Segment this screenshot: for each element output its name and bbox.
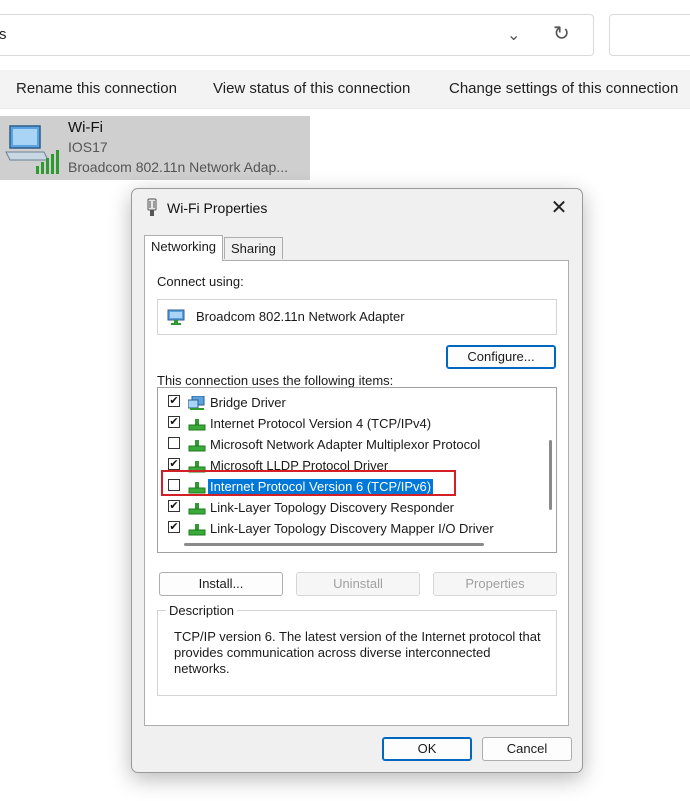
network-adapter-icon [167,309,185,325]
networking-panel: Connect using: Broadcom 802.11n Network … [144,260,569,726]
list-item[interactable]: ✔ Internet Protocol Version 4 (TCP/IPv4) [158,413,538,434]
search-input[interactable] [609,14,690,56]
connect-using-label: Connect using: [157,274,244,289]
tab-sharing[interactable]: Sharing [224,237,283,259]
item-label: Link-Layer Topology Discovery Mapper I/O… [210,521,494,536]
configure-button[interactable]: Configure... [446,345,556,369]
item-checkbox[interactable]: ✔ [168,500,180,512]
dialog-title: Wi-Fi Properties [167,200,268,216]
dialog-titlebar[interactable]: Wi-Fi Properties ✕ [132,189,582,227]
refresh-icon[interactable]: ↻ [553,21,570,46]
address-text: s [0,26,7,43]
item-checkbox[interactable]: ✔ [168,521,180,533]
view-status-button[interactable]: View status of this connection [213,80,410,97]
chevron-down-icon[interactable]: ⌄ [507,25,520,45]
item-checkbox[interactable]: ✔ [168,395,180,407]
item-label: Microsoft Network Adapter Multiplexor Pr… [210,437,481,452]
network-computer-icon [5,125,59,174]
close-icon[interactable]: ✕ [542,193,576,223]
network-adapter-icon [147,198,157,216]
connection-adapter: Broadcom 802.11n Network Adap... [68,159,288,175]
item-checkbox[interactable]: ✔ [168,458,180,470]
protocol-icon [188,524,206,536]
command-bar: Rename this connection View status of th… [0,70,690,109]
connection-name: Wi-Fi [68,119,103,136]
cancel-button[interactable]: Cancel [482,737,572,761]
wifi-connection-tile[interactable]: Wi-Fi IOS17 Broadcom 802.11n Network Ada… [0,116,310,180]
protocol-icon [188,419,206,431]
description-group: Description TCP/IP version 6. The latest… [157,603,557,696]
install-button[interactable]: Install... [159,572,283,596]
item-label: Bridge Driver [210,395,286,410]
protocol-icon [188,440,206,452]
highlight-annotation [161,470,456,496]
adapter-field: Broadcom 802.11n Network Adapter [157,299,557,335]
bridge-icon [188,396,205,410]
adapter-name: Broadcom 802.11n Network Adapter [196,309,405,324]
item-checkbox[interactable]: ✔ [168,416,180,428]
list-item[interactable]: ✔ Bridge Driver [158,392,538,413]
uninstall-button[interactable]: Uninstall [296,572,420,596]
address-bar[interactable]: s ⌄ ↻ [0,14,594,56]
scrollbar-thumb[interactable] [549,440,552,510]
items-listbox[interactable]: ✔ Bridge Driver ✔ Internet Protocol Vers… [157,387,557,553]
description-text: TCP/IP version 6. The latest version of … [174,629,541,676]
connection-ssid: IOS17 [68,139,108,155]
change-settings-button[interactable]: Change settings of this connection [449,80,678,97]
list-item[interactable]: ✔ Link-Layer Topology Discovery Responde… [158,497,538,518]
item-label: Internet Protocol Version 4 (TCP/IPv4) [210,416,432,431]
wifi-properties-dialog: Wi-Fi Properties ✕ Networking Sharing Co… [131,188,583,773]
horizontal-scrollbar[interactable] [160,536,544,550]
ok-button[interactable]: OK [382,737,472,761]
items-label: This connection uses the following items… [157,373,394,388]
item-label: Link-Layer Topology Discovery Responder [210,500,454,515]
item-checkbox[interactable] [168,437,180,449]
properties-button[interactable]: Properties [433,572,557,596]
rename-connection-button[interactable]: Rename this connection [16,80,177,97]
list-item[interactable]: Microsoft Network Adapter Multiplexor Pr… [158,434,538,455]
description-title: Description [166,603,238,618]
tab-networking[interactable]: Networking [144,235,224,261]
vertical-scrollbar[interactable] [546,390,554,530]
scrollbar-thumb[interactable] [184,543,484,546]
protocol-icon [188,503,206,515]
